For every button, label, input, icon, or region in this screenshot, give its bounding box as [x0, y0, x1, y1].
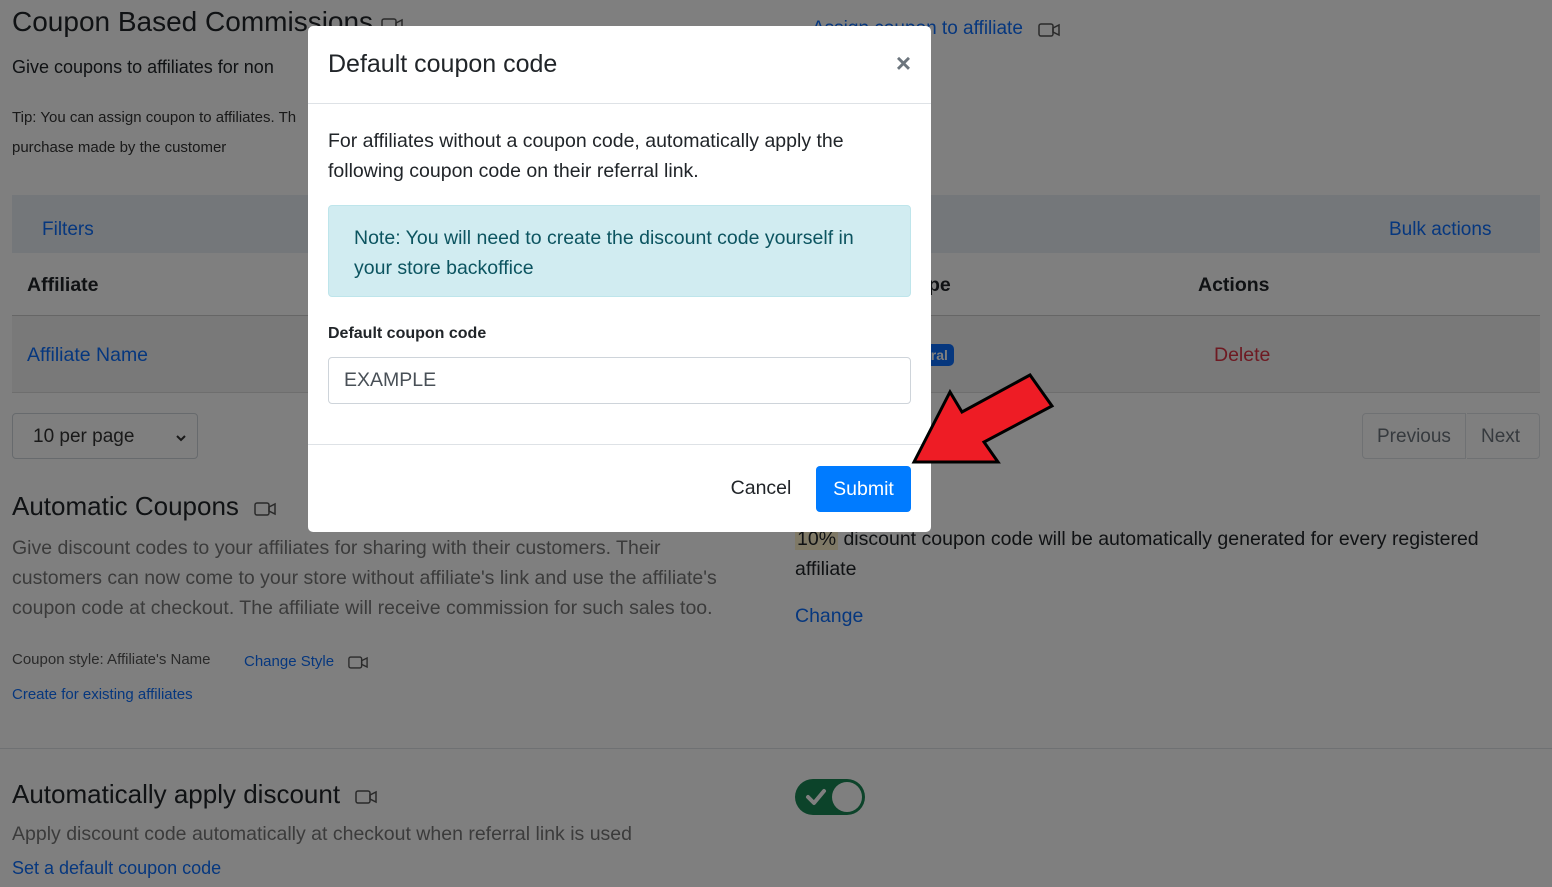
red-arrow-annotation — [910, 370, 1060, 475]
submit-button[interactable]: Submit — [816, 466, 911, 512]
modal-body-text: For affiliates without a coupon code, au… — [328, 130, 844, 182]
modal-title: Default coupon code — [328, 50, 558, 78]
modal-footer: Cancel Submit — [308, 444, 931, 532]
coupon-code-label: Default coupon code — [328, 325, 487, 342]
modal-header: Default coupon code × — [308, 26, 931, 104]
cancel-button[interactable]: Cancel — [716, 465, 806, 511]
info-alert: Note: You will need to create the discou… — [328, 205, 911, 297]
default-coupon-modal: Default coupon code × For affiliates wit… — [308, 26, 931, 532]
close-icon[interactable]: × — [896, 50, 911, 76]
coupon-code-input[interactable] — [328, 357, 911, 404]
